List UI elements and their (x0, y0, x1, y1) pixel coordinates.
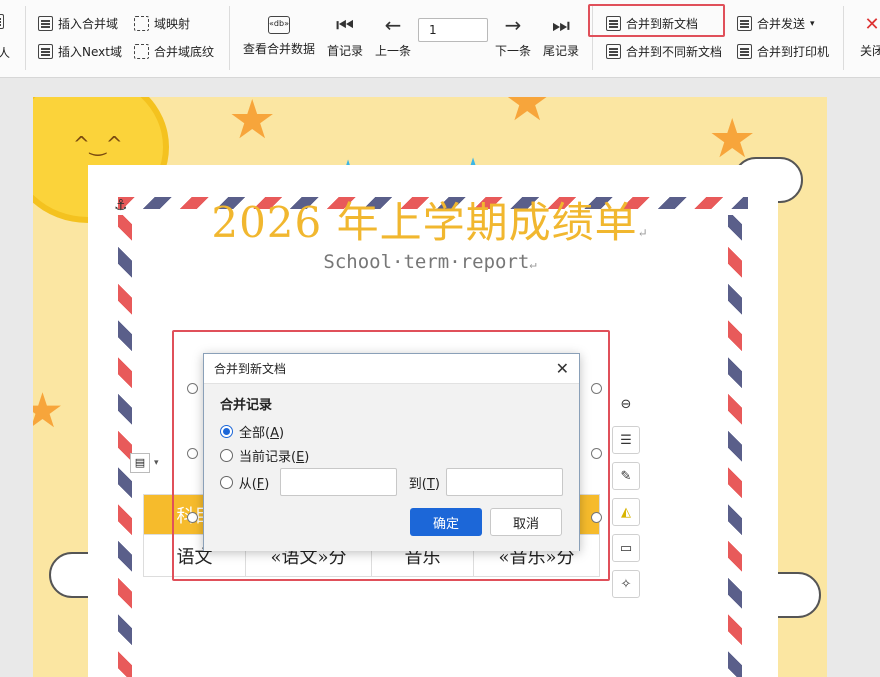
airmail-border-left (118, 215, 132, 677)
format-brush-button[interactable]: ✎ (612, 462, 640, 490)
ribbon-separator (229, 6, 230, 70)
last-record-button[interactable]: ⏭ 尾记录 (543, 14, 579, 59)
minus-circle-icon: ⊖ (620, 396, 632, 412)
layout-options-tool[interactable]: ▤ ▾ (130, 453, 159, 473)
chevron-down-icon: ▾ (154, 458, 159, 468)
arrow-right-icon: → (504, 13, 522, 37)
view-merge-data-button[interactable]: «db» 查看合并数据 (243, 16, 315, 57)
ribbon-toolbar: 人 插入合并域 插入Next域 域映射 合并域底纹 «db» 查看合并数据 ⏮ … (0, 0, 880, 78)
star-decoration: ★ (503, 97, 552, 133)
database-icon: «db» (268, 16, 290, 34)
merge-to-different-docs-button[interactable]: 合并到不同新文档 (606, 43, 722, 60)
merge-field-icon (38, 16, 53, 31)
field-mapping-icon (134, 16, 149, 31)
merge-to-printer-button[interactable]: 合并到打印机 (737, 43, 829, 60)
airmail-border-right (728, 215, 742, 677)
star-decoration: ★ (33, 383, 65, 439)
first-record-icon: ⏮ (336, 13, 354, 37)
ok-button[interactable]: 确定 (410, 508, 482, 536)
merge-send-button[interactable]: 合并发送 ▾ (737, 15, 815, 32)
shading-icon (134, 44, 149, 59)
close-merge-button[interactable]: ✕ 关闭 (860, 14, 880, 59)
ribbon-separator (25, 6, 26, 70)
range-from-input[interactable] (279, 468, 397, 496)
wrap-icon: ☰ (620, 432, 632, 448)
arrow-left-icon: ← (384, 13, 402, 37)
field-mapping-button[interactable]: 域映射 (134, 15, 190, 32)
radio-selected[interactable] (220, 424, 233, 438)
star-decoration: ★ (228, 97, 277, 151)
radio-unselected[interactable] (220, 448, 233, 462)
merge-records-label: 合并记录 (220, 398, 273, 413)
brush-icon: ✎ (620, 468, 632, 484)
last-record-icon: ⏭ (552, 13, 570, 37)
collapse-button[interactable]: ⊖ (612, 390, 640, 418)
ribbon-partial-button[interactable] (0, 14, 4, 29)
wrap-text-button[interactable]: ☰ (612, 426, 640, 454)
chevron-down-icon: ▾ (810, 18, 815, 29)
option-range[interactable]: 从(F) 到(T) (220, 467, 563, 497)
cancel-button[interactable]: 取消 (490, 508, 562, 536)
dialog-body: 合并记录 全部(A) 当前记录(E) 从(F) 到(T) 确定 取消 (204, 384, 579, 551)
ribbon-partial-label[interactable]: 人 (0, 44, 10, 61)
prev-record-button[interactable]: ← 上一条 (375, 14, 411, 59)
range-to-input[interactable] (445, 468, 563, 496)
outline-button[interactable]: ▭ (612, 534, 640, 562)
printer-icon (737, 44, 752, 59)
next-field-icon (38, 44, 53, 59)
first-record-button[interactable]: ⏮ 首记录 (327, 14, 363, 59)
merge-to-new-doc-dialog: 合并到新文档 ✕ 合并记录 全部(A) 当前记录(E) 从(F) 到(T) 确定… (203, 353, 580, 551)
outline-icon: ▭ (619, 540, 633, 556)
highlight-merge-to-new-doc (588, 4, 725, 37)
layout-icon: ▤ (130, 453, 150, 473)
merge-field-shading-button[interactable]: 合并域底纹 (134, 43, 214, 60)
option-current-record[interactable]: 当前记录(E) (220, 443, 563, 467)
paragraph-mark: ↵ (637, 226, 649, 240)
fill-icon: ◭ (621, 504, 631, 520)
multi-document-icon (606, 44, 621, 59)
paragraph-mark: ↵ (529, 257, 537, 271)
option-all[interactable]: 全部(A) (220, 419, 563, 443)
magic-wand-icon: ✧ (620, 576, 632, 592)
radio-unselected[interactable] (220, 475, 233, 489)
next-record-button[interactable]: → 下一条 (495, 14, 531, 59)
close-icon[interactable]: ✕ (556, 359, 569, 378)
ribbon-separator (843, 6, 844, 70)
insert-next-field-button[interactable]: 插入Next域 (38, 43, 122, 60)
sun-face-icon: ^‿^ (73, 132, 123, 156)
dialog-header: 合并到新文档 ✕ (204, 354, 579, 384)
anchor-icon[interactable]: ⚓ (114, 196, 127, 214)
report-title[interactable]: 2026 年上学期成绩单↵ (33, 189, 827, 250)
insert-merge-field-button[interactable]: 插入合并域 (38, 15, 118, 32)
dialog-title: 合并到新文档 (214, 362, 287, 376)
record-number-input[interactable]: 1 (418, 18, 488, 42)
floating-tools: ⊖ ☰ ✎ ◭ ▭ ✧ (612, 390, 640, 598)
fill-color-button[interactable]: ◭ (612, 498, 640, 526)
report-subtitle[interactable]: School·term·report↵ (33, 251, 827, 273)
document-icon (0, 14, 4, 29)
send-icon (737, 16, 752, 31)
more-tools-button[interactable]: ✧ (612, 570, 640, 598)
close-icon: ✕ (864, 14, 880, 35)
